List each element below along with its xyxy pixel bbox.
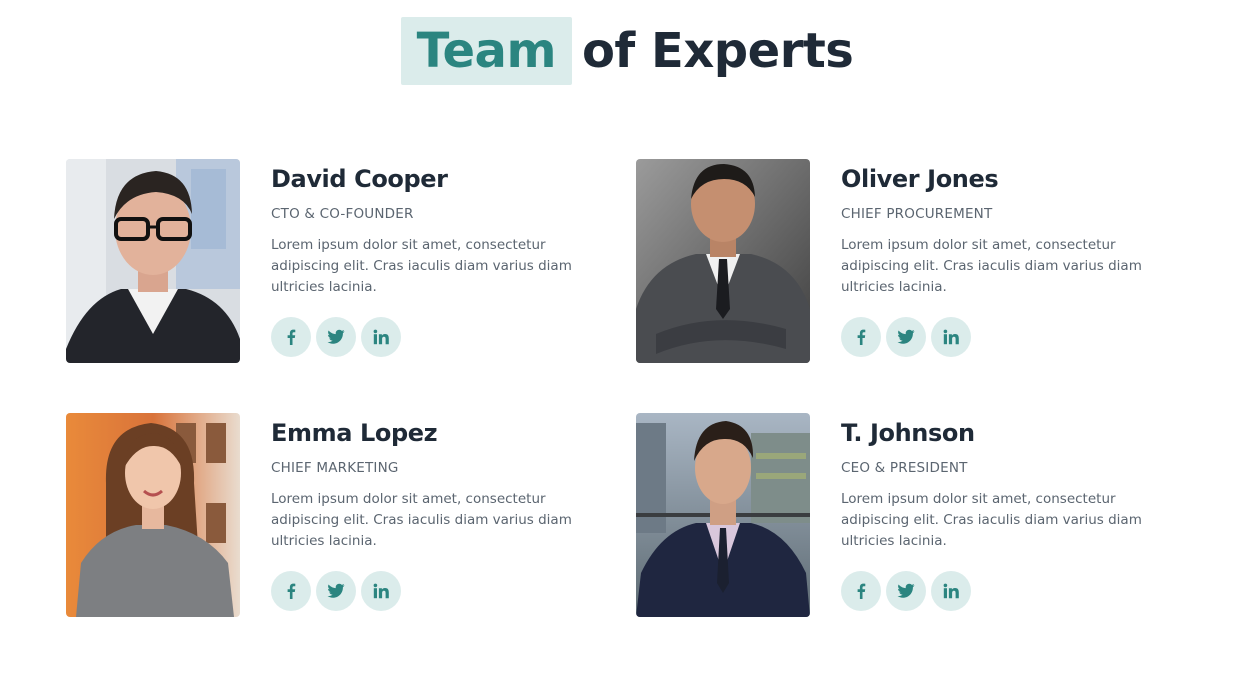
linkedin-button[interactable] [931, 571, 971, 611]
linkedin-icon [373, 329, 389, 345]
facebook-icon [287, 583, 296, 599]
social-links [271, 317, 401, 357]
team-card-t-johnson: T. Johnson CEO & PRESIDENT Lorem ipsum d… [636, 413, 1196, 618]
team-card-emma-lopez: Emma Lopez CHIEF MARKETING Lorem ipsum d… [66, 413, 626, 618]
member-bio: Lorem ipsum dolor sit amet, consectetur … [271, 237, 572, 295]
twitter-icon [897, 583, 915, 598]
social-links [841, 317, 971, 357]
facebook-icon [857, 329, 866, 345]
linkedin-icon [943, 329, 959, 345]
twitter-icon [327, 329, 345, 344]
member-name: Oliver Jones [841, 165, 999, 193]
team-section: Team of Experts David Cooper CTO & CO-FO… [0, 0, 1254, 694]
member-photo [66, 413, 240, 617]
member-photo [636, 413, 810, 617]
member-role: CHIEF MARKETING [271, 460, 399, 476]
facebook-button[interactable] [271, 571, 311, 611]
section-heading: Team of Experts [0, 17, 1254, 85]
facebook-button[interactable] [271, 317, 311, 357]
linkedin-button[interactable] [931, 317, 971, 357]
heading-rest: of Experts [581, 23, 854, 79]
twitter-button[interactable] [316, 317, 356, 357]
facebook-button[interactable] [841, 571, 881, 611]
member-role: CEO & PRESIDENT [841, 460, 968, 476]
member-name: T. Johnson [841, 419, 975, 447]
twitter-icon [327, 583, 345, 598]
twitter-button[interactable] [886, 571, 926, 611]
team-card-oliver-jones: Oliver Jones CHIEF PROCUREMENT Lorem ips… [636, 159, 1196, 364]
facebook-icon [857, 583, 866, 599]
member-role: CTO & CO-FOUNDER [271, 206, 414, 222]
team-card-david-cooper: David Cooper CTO & CO-FOUNDER Lorem ipsu… [66, 159, 626, 364]
member-role: CHIEF PROCUREMENT [841, 206, 993, 222]
member-bio: Lorem ipsum dolor sit amet, consectetur … [841, 491, 1142, 549]
social-links [841, 571, 971, 611]
twitter-button[interactable] [886, 317, 926, 357]
member-photo [636, 159, 810, 363]
member-photo [66, 159, 240, 363]
linkedin-button[interactable] [361, 571, 401, 611]
social-links [271, 571, 401, 611]
heading-highlight: Team [400, 17, 572, 85]
member-bio: Lorem ipsum dolor sit amet, consectetur … [271, 491, 572, 549]
linkedin-icon [943, 583, 959, 599]
facebook-button[interactable] [841, 317, 881, 357]
member-name: David Cooper [271, 165, 448, 193]
twitter-icon [897, 329, 915, 344]
linkedin-icon [373, 583, 389, 599]
linkedin-button[interactable] [361, 317, 401, 357]
twitter-button[interactable] [316, 571, 356, 611]
member-name: Emma Lopez [271, 419, 438, 447]
facebook-icon [287, 329, 296, 345]
member-bio: Lorem ipsum dolor sit amet, consectetur … [841, 237, 1142, 295]
